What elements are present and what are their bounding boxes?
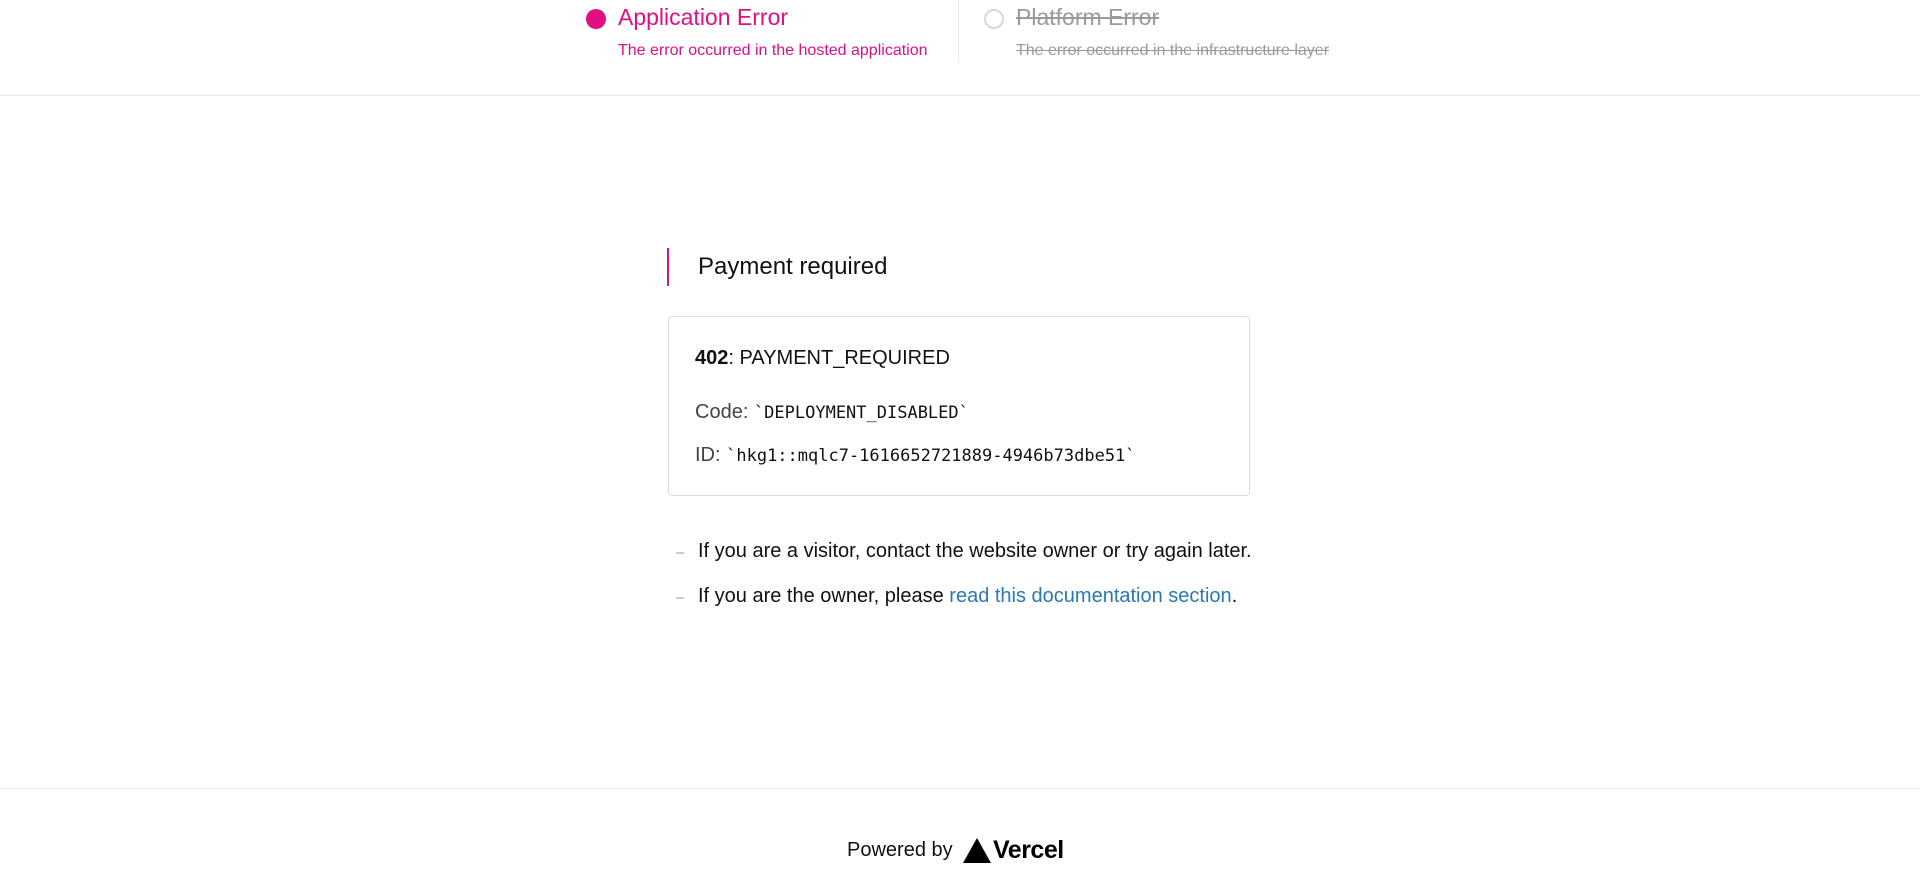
footer: Powered by Vercel <box>0 788 1920 884</box>
application-error-subtitle: The error occurred in the hosted applica… <box>618 42 928 59</box>
application-error-title: Application Error <box>618 4 789 30</box>
dash-bullet: – <box>676 589 685 606</box>
powered-by-text: Powered by <box>847 839 953 861</box>
page-title: Payment required <box>667 248 887 286</box>
id-line: ID: `hkg1::mqlc7-1616652721889-4946b73db… <box>695 444 1136 467</box>
error-details-box: 402: PAYMENT_REQUIRED Code: `DEPLOYMENT_… <box>668 316 1250 496</box>
vercel-triangle-icon <box>963 838 991 863</box>
code-label: Code: <box>695 401 754 423</box>
owner-hint: – If you are the owner, please read this … <box>676 585 1237 608</box>
vercel-wordmark: Vercel <box>993 836 1064 864</box>
owner-hint-suffix: . <box>1231 585 1238 607</box>
status-line: 402: PAYMENT_REQUIRED <box>695 347 950 370</box>
selected-radio-icon <box>586 9 606 29</box>
platform-error-subtitle: The error occurred in the infrastructure… <box>1016 42 1330 59</box>
owner-hint-prefix: If you are the owner, please <box>698 585 950 607</box>
status-name: : PAYMENT_REQUIRED <box>728 347 950 369</box>
header-divider <box>958 0 959 62</box>
id-value: `hkg1::mqlc7-1616652721889-4946b73dbe51` <box>726 446 1136 466</box>
unselected-radio-icon <box>984 9 1004 29</box>
platform-error-title: Platform Error <box>1016 4 1160 30</box>
visitor-hint-text: If you are a visitor, contact the websit… <box>698 540 1252 562</box>
code-line: Code: `DEPLOYMENT_DISABLED` <box>695 401 969 424</box>
id-label: ID: <box>695 444 727 466</box>
code-value: `DEPLOYMENT_DISABLED` <box>753 403 969 423</box>
visitor-hint: – If you are a visitor, contact the websi… <box>676 540 1252 563</box>
status-code: 402 <box>695 347 729 369</box>
error-type-header: Application Error The error occurred in … <box>0 0 1920 96</box>
dash-bullet: – <box>676 544 685 561</box>
documentation-link[interactable]: read this documentation section <box>949 585 1231 607</box>
